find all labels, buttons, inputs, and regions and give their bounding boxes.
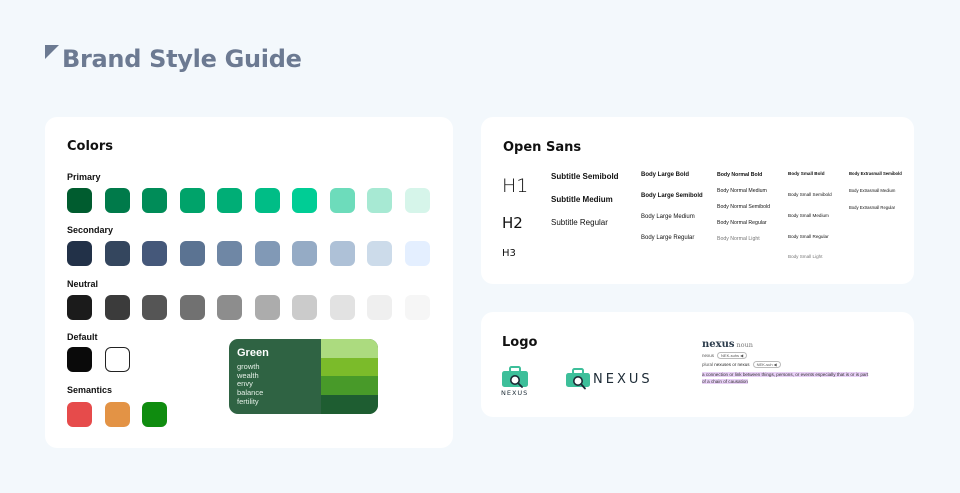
color-swatch xyxy=(367,188,392,213)
color-group-label: Neutral xyxy=(67,279,99,289)
color-swatch xyxy=(104,295,130,320)
green-stripe xyxy=(321,376,378,395)
logo-card: Logo NEXUS NEXUS nexus noun nexus NEK-suhs… xyxy=(481,312,914,417)
color-swatch xyxy=(67,402,92,427)
color-swatch xyxy=(217,241,242,266)
body-small-regular-sample: Body Small Regular xyxy=(788,234,829,239)
subtitle-regular-sample: Subtitle Regular xyxy=(551,218,608,227)
color-swatch xyxy=(254,295,280,320)
color-swatch xyxy=(404,241,430,266)
dictionary-pronunciation: nexus NEK-suhs ◀ xyxy=(702,352,872,359)
body-normal-regular-sample: Body Normal Regular xyxy=(717,220,767,226)
heading-h1-sample: H1 xyxy=(502,175,529,197)
color-swatch xyxy=(179,241,205,266)
subtitle-medium-sample: Subtitle Medium xyxy=(551,195,613,204)
logo-wordmark-large: NEXUS xyxy=(593,372,653,387)
logo-title: Logo xyxy=(502,335,538,350)
body-extrasmall-medium-sample: Body Extrasmall Medium xyxy=(849,188,896,193)
green-card-words: growth wealth envy balance fertility xyxy=(237,362,263,407)
briefcase-search-icon xyxy=(566,368,590,390)
color-swatch xyxy=(254,241,280,266)
color-swatch xyxy=(329,241,355,266)
green-stripe xyxy=(321,358,378,376)
briefcase-search-icon xyxy=(502,366,528,388)
color-swatch xyxy=(292,295,317,320)
color-swatch xyxy=(254,188,280,213)
body-extrasmall-regular-sample: Body Extrasmall Regular xyxy=(849,205,896,210)
color-swatch xyxy=(292,188,317,213)
color-group-label: Secondary xyxy=(67,225,114,235)
typography-title: Open Sans xyxy=(503,140,582,155)
body-large-medium-sample: Body Large Medium xyxy=(641,214,695,220)
brand-corner-mark xyxy=(45,45,59,59)
color-swatch xyxy=(142,295,167,320)
body-large-semibold-sample: Body Large Semibold xyxy=(641,193,703,199)
green-meaning-card: Green growth wealth envy balance fertility xyxy=(229,339,378,414)
dictionary-word: nexus noun xyxy=(702,339,753,350)
color-swatch xyxy=(367,241,392,266)
body-large-bold-sample: Body Large Bold xyxy=(641,172,690,178)
green-stripe xyxy=(321,339,378,358)
body-normal-bold-sample: Body Normal Bold xyxy=(717,172,763,178)
green-word: fertility xyxy=(237,396,259,406)
body-small-medium-sample: Body Small Medium xyxy=(788,213,829,218)
color-swatch xyxy=(179,295,205,320)
body-small-light-sample: Body Small Light xyxy=(788,254,823,259)
dictionary-plural: plural nexuses or nexus NEK-suh ◀ xyxy=(702,361,872,368)
body-small-bold-sample: Body Small Bold xyxy=(788,171,825,176)
color-swatch xyxy=(67,241,92,266)
color-swatch xyxy=(142,241,167,266)
color-swatch xyxy=(217,295,242,320)
color-swatch xyxy=(329,295,355,320)
color-swatch xyxy=(367,295,392,320)
body-normal-medium-sample: Body Normal Medium xyxy=(717,188,767,194)
color-swatch xyxy=(142,402,167,427)
color-swatch xyxy=(142,188,167,213)
green-stripe xyxy=(321,395,378,414)
page-title: Brand Style Guide xyxy=(62,45,302,73)
logo-wordmark-small: NEXUS xyxy=(501,389,529,397)
color-group-label: Default xyxy=(67,332,98,342)
color-swatch xyxy=(329,188,355,213)
colors-card: Colors Primary Secondary Neutral Default Sem… xyxy=(45,117,453,448)
green-card-title: Green xyxy=(237,347,269,359)
heading-h3-sample: H3 xyxy=(502,248,516,259)
heading-h2-sample: H2 xyxy=(502,214,523,232)
color-swatch xyxy=(67,347,92,372)
body-small-semibold-sample: Body Small Semibold xyxy=(788,192,832,197)
color-swatch xyxy=(292,241,317,266)
color-swatch xyxy=(67,295,92,320)
body-large-regular-sample: Body Large Regular xyxy=(641,235,695,241)
color-swatch xyxy=(104,188,130,213)
color-swatch xyxy=(104,347,130,372)
body-normal-semibold-sample: Body Normal Semibold xyxy=(717,204,771,210)
color-swatch xyxy=(217,188,242,213)
color-swatch xyxy=(404,295,430,320)
color-swatch xyxy=(67,188,92,213)
color-swatch xyxy=(104,402,130,427)
color-group-label: Semantics xyxy=(67,385,113,395)
color-swatch xyxy=(179,188,205,213)
dictionary-meaning: a connection or link between things, per… xyxy=(702,372,869,384)
color-swatch xyxy=(104,241,130,266)
color-group-label: Primary xyxy=(67,172,101,182)
typography-card: Open Sans H1 H2 H3 Subtitle Semibold Sub… xyxy=(481,117,914,284)
color-swatch xyxy=(404,188,430,213)
body-extrasmall-semibold-sample: Body Extrasmall Semibold xyxy=(849,171,902,176)
body-normal-light-sample: Body Normal Light xyxy=(717,236,760,242)
subtitle-semibold-sample: Subtitle Semibold xyxy=(551,172,619,181)
colors-title: Colors xyxy=(67,139,114,154)
dictionary-definition: nexus noun nexus NEK-suhs ◀ plural nexuses… xyxy=(702,339,872,385)
